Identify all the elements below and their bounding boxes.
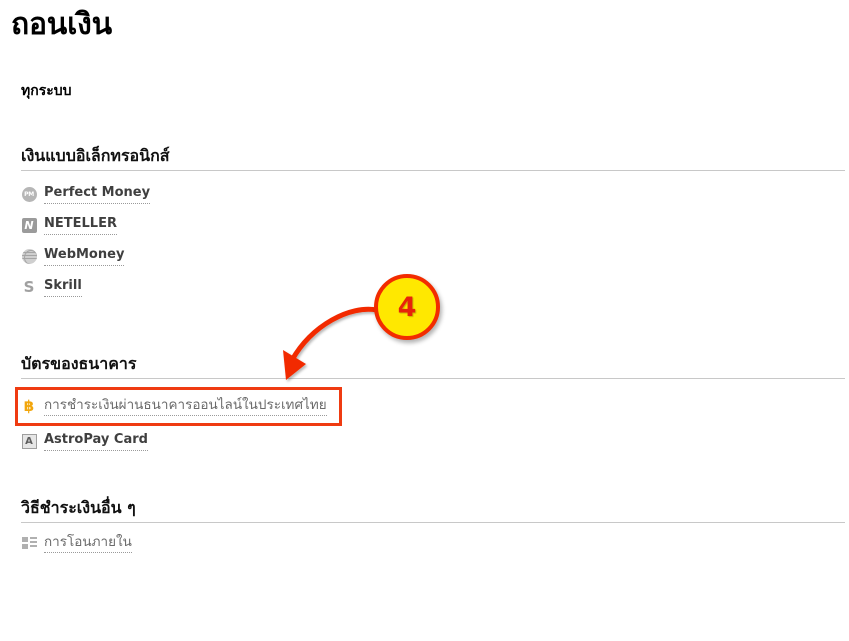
section-divider <box>21 170 845 171</box>
method-list-bank-cards: ฿ การชำระเงินผ่านธนาคารออนไลน์ในประเทศไท… <box>0 387 849 457</box>
astropay-icon: A <box>21 434 37 450</box>
method-list-other-methods: การโอนภายใน <box>0 528 849 559</box>
annotation-step-number: 4 <box>397 291 417 323</box>
method-label-webmoney[interactable]: WebMoney <box>44 247 125 266</box>
method-row-neteller[interactable]: N NETELLER <box>0 210 849 241</box>
method-label-perfect-money[interactable]: Perfect Money <box>44 185 151 204</box>
astropay-icon-glyph: A <box>21 434 37 449</box>
annotation-step-badge: 4 <box>374 274 440 340</box>
thai-baht-icon: ฿ <box>21 399 37 415</box>
method-label-astropay-card[interactable]: AstroPay Card <box>44 432 148 451</box>
section-title-e-money: เงินแบบอิเล็กทรอนิกส์ <box>21 146 170 165</box>
section-divider <box>21 522 845 523</box>
thai-baht-icon-glyph: ฿ <box>23 397 35 415</box>
neteller-icon-glyph: N <box>21 218 37 233</box>
internal-transfer-icon <box>21 536 37 552</box>
section-title-bank-cards: บัตรของธนาคาร <box>21 354 137 373</box>
perfect-money-icon-glyph: PM <box>21 187 37 202</box>
neteller-icon: N <box>21 218 37 234</box>
page-subtitle: ทุกระบบ <box>21 83 72 99</box>
section-divider <box>21 378 845 379</box>
method-row-internal-transfer[interactable]: การโอนภายใน <box>0 528 849 559</box>
webmoney-icon <box>21 249 37 265</box>
method-row-webmoney[interactable]: WebMoney <box>0 241 849 272</box>
method-row-astropay-card[interactable]: A AstroPay Card <box>0 426 849 457</box>
method-label-neteller[interactable]: NETELLER <box>44 216 117 235</box>
method-row-perfect-money[interactable]: PM Perfect Money <box>0 179 849 210</box>
page-title: ถอนเงิน <box>11 7 112 42</box>
skrill-icon: S <box>21 280 37 296</box>
section-title-other-methods: วิธีชำระเงินอื่น ๆ <box>21 498 136 517</box>
webmoney-icon-glyph <box>21 249 37 264</box>
perfect-money-icon: PM <box>21 187 37 203</box>
method-label-internal-transfer[interactable]: การโอนภายใน <box>44 534 132 553</box>
skrill-icon-glyph: S <box>23 278 35 296</box>
method-row-thai-online-banking[interactable]: ฿ การชำระเงินผ่านธนาคารออนไลน์ในประเทศไท… <box>0 387 849 426</box>
internal-transfer-icon-glyph <box>21 537 37 550</box>
method-label-skrill[interactable]: Skrill <box>44 278 82 297</box>
method-label-thai-online-banking[interactable]: การชำระเงินผ่านธนาคารออนไลน์ในประเทศไทย <box>44 397 327 416</box>
